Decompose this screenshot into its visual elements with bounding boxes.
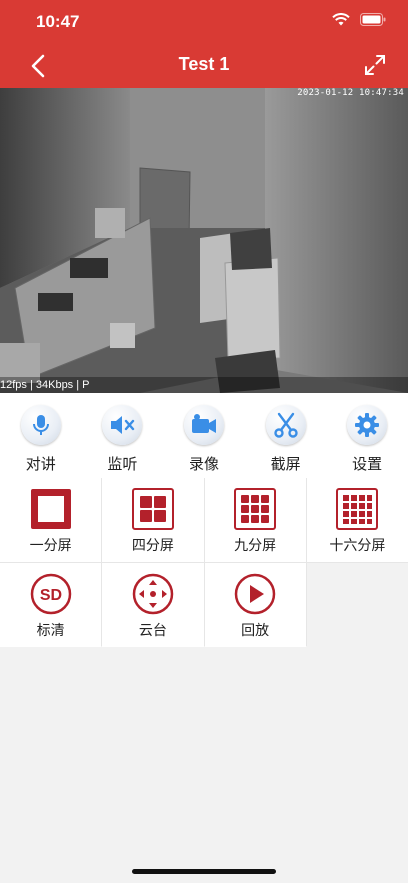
home-indicator <box>132 869 276 874</box>
four-screen-button[interactable]: 四分屏 <box>102 478 204 562</box>
four-screen-label: 四分屏 <box>131 538 174 554</box>
nine-screen-label: 九分屏 <box>234 538 277 554</box>
settings-button[interactable]: 设置 <box>326 393 408 478</box>
svg-text:SD: SD <box>40 587 62 604</box>
screenshot-label: 截屏 <box>270 455 301 473</box>
listen-button[interactable]: 监听 <box>82 393 164 478</box>
microphone-icon <box>20 405 61 445</box>
screenshot-button[interactable]: 截屏 <box>245 393 327 478</box>
page-title: Test 1 <box>178 54 230 74</box>
playback-icon <box>234 573 276 615</box>
playback-button[interactable]: 回放 <box>204 563 306 647</box>
playback-label: 回放 <box>241 623 270 639</box>
camera-scene-image <box>0 88 408 393</box>
app-header: 10:47 Test 1 <box>0 0 408 88</box>
sixteen-screen-label: 十六分屏 <box>329 538 386 554</box>
sd-quality-label: 标清 <box>36 623 65 639</box>
nine-screen-icon <box>234 488 277 530</box>
wifi-icon <box>332 13 350 26</box>
ptz-button[interactable]: 云台 <box>102 563 204 647</box>
sixteen-screen-icon <box>336 488 379 530</box>
listen-label: 监听 <box>107 455 138 473</box>
sd-icon: SD <box>30 573 71 615</box>
sixteen-screen-button[interactable]: 十六分屏 <box>306 478 408 562</box>
talk-button[interactable]: 对讲 <box>0 393 82 478</box>
talk-label: 对讲 <box>25 455 56 473</box>
speaker-mute-icon <box>102 405 143 445</box>
status-time: 10:47 <box>36 12 80 31</box>
scissors-icon <box>265 405 306 445</box>
video-camera-icon <box>183 405 224 445</box>
four-screen-icon <box>131 488 174 530</box>
single-screen-icon <box>30 489 71 529</box>
sd-quality-button[interactable]: SD 标清 <box>0 563 102 647</box>
ptz-arrows-icon <box>132 573 174 615</box>
fullscreen-icon[interactable] <box>364 54 386 76</box>
video-stats: 12fps | 34Kbps | P <box>0 379 90 391</box>
ptz-label: 云台 <box>138 623 167 639</box>
control-toolbar: 对讲 监听 录像 截屏 设置 <box>0 393 408 478</box>
function-grid: 一分屏 四分屏 九分屏 十六分屏 SD 标清 云台 回放 <box>0 478 408 647</box>
empty-cell <box>306 563 408 647</box>
camera-video-feed[interactable]: 2023-01-12 10:47:34 12fps | 34Kbps | P <box>0 88 408 393</box>
single-screen-button[interactable]: 一分屏 <box>0 478 102 562</box>
record-label: 录像 <box>188 455 219 473</box>
record-button[interactable]: 录像 <box>163 393 245 478</box>
status-icons <box>332 13 386 26</box>
video-timestamp: 2023-01-12 10:47:34 <box>297 88 404 98</box>
nine-screen-button[interactable]: 九分屏 <box>204 478 306 562</box>
single-screen-label: 一分屏 <box>29 538 72 554</box>
settings-label: 设置 <box>352 455 383 473</box>
battery-icon <box>360 13 386 26</box>
gear-icon <box>347 405 388 445</box>
